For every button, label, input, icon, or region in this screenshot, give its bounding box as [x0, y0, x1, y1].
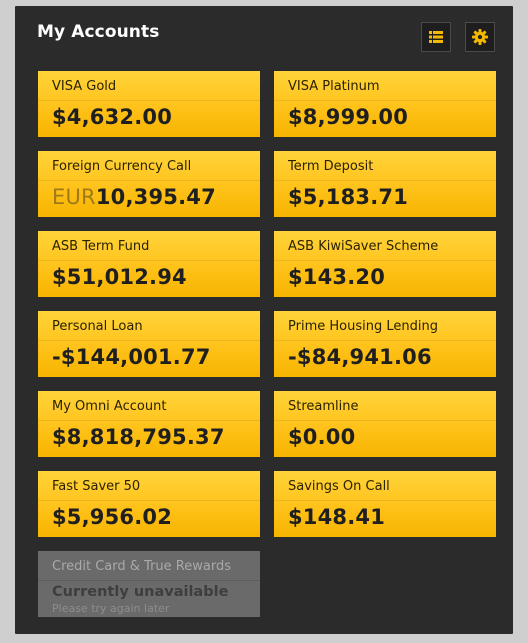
account-name: Credit Card & True Rewards: [52, 559, 231, 574]
accounts-panel: My Accounts VISA Gold $4,632.00 VISA Pla…: [15, 6, 513, 634]
account-tile-fast-saver-50[interactable]: Fast Saver 50 $5,956.02: [38, 471, 260, 537]
tile-divider: [38, 260, 260, 261]
account-balance: $5,956.02: [52, 505, 173, 529]
account-balance: $8,818,795.37: [52, 425, 225, 449]
account-balance: $4,632.00: [52, 105, 173, 129]
account-name: Streamline: [288, 399, 359, 414]
tile-divider: [38, 180, 260, 181]
tile-divider: [274, 100, 496, 101]
tile-divider: [38, 340, 260, 341]
account-balance: $8,999.00: [288, 105, 409, 129]
account-name: Personal Loan: [52, 319, 143, 334]
account-tile-personal-loan[interactable]: Personal Loan -$144,001.77: [38, 311, 260, 377]
account-balance: $51,012.94: [52, 265, 187, 289]
gear-icon: [472, 29, 488, 45]
tile-divider: [274, 260, 496, 261]
account-tile-credit-card-true-rewards: Credit Card & True Rewards Currently una…: [38, 551, 260, 617]
account-name: Foreign Currency Call: [52, 159, 192, 174]
account-balance: $148.41: [288, 505, 386, 529]
account-tile-asb-term-fund[interactable]: ASB Term Fund $51,012.94: [38, 231, 260, 297]
account-balance: -$144,001.77: [52, 345, 211, 369]
account-balance: $0.00: [288, 425, 356, 449]
tile-divider: [274, 420, 496, 421]
settings-button[interactable]: [465, 22, 495, 52]
account-name: Prime Housing Lending: [288, 319, 438, 334]
page-title: My Accounts: [37, 22, 160, 42]
list-view-button[interactable]: [421, 22, 451, 52]
account-tile-my-omni-account[interactable]: My Omni Account $8,818,795.37: [38, 391, 260, 457]
account-name: ASB KiwiSaver Scheme: [288, 239, 439, 254]
account-balance: EUR10,395.47: [52, 185, 216, 209]
tile-divider: [274, 340, 496, 341]
account-tile-asb-kiwisaver-scheme[interactable]: ASB KiwiSaver Scheme $143.20: [274, 231, 496, 297]
retry-hint: Please try again later: [52, 602, 170, 615]
tile-divider: [274, 180, 496, 181]
tile-divider: [274, 500, 496, 501]
account-tile-term-deposit[interactable]: Term Deposit $5,183.71: [274, 151, 496, 217]
tile-divider: [38, 500, 260, 501]
currency-code: EUR: [52, 185, 96, 209]
account-tile-foreign-currency-call[interactable]: Foreign Currency Call EUR10,395.47: [38, 151, 260, 217]
account-tile-visa-gold[interactable]: VISA Gold $4,632.00: [38, 71, 260, 137]
account-name: Term Deposit: [288, 159, 374, 174]
account-tile-visa-platinum[interactable]: VISA Platinum $8,999.00: [274, 71, 496, 137]
account-name: VISA Gold: [52, 79, 117, 94]
list-icon: [429, 31, 443, 43]
tile-divider: [38, 100, 260, 101]
account-name: ASB Term Fund: [52, 239, 150, 254]
account-tile-savings-on-call[interactable]: Savings On Call $148.41: [274, 471, 496, 537]
account-name: Fast Saver 50: [52, 479, 141, 494]
tile-divider: [38, 420, 260, 421]
account-name: Savings On Call: [288, 479, 390, 494]
account-name: VISA Platinum: [288, 79, 380, 94]
account-balance: $5,183.71: [288, 185, 409, 209]
tile-divider: [38, 580, 260, 581]
account-balance: -$84,941.06: [288, 345, 432, 369]
account-tile-prime-housing-lending[interactable]: Prime Housing Lending -$84,941.06: [274, 311, 496, 377]
unavailable-status: Currently unavailable: [52, 584, 229, 600]
account-balance: $143.20: [288, 265, 386, 289]
account-tile-streamline[interactable]: Streamline $0.00: [274, 391, 496, 457]
account-name: My Omni Account: [52, 399, 167, 414]
account-balance-amount: 10,395.47: [95, 185, 216, 209]
